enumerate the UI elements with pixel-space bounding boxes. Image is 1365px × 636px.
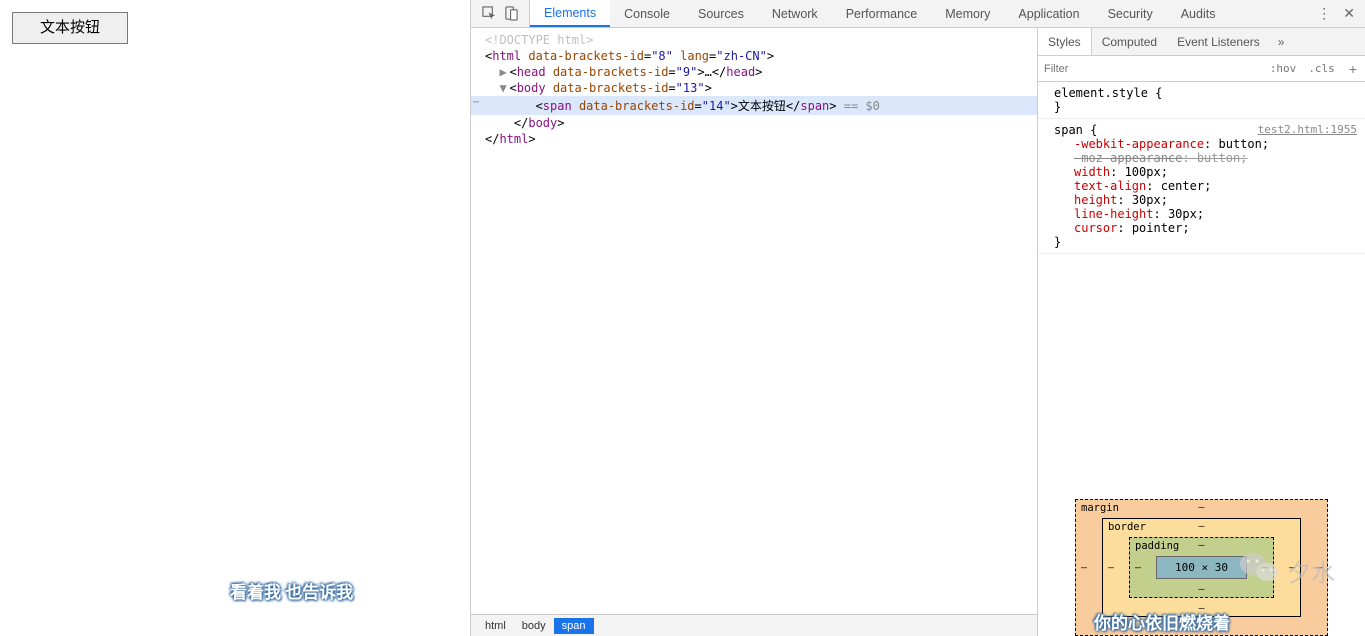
inspect-icon[interactable]: [481, 6, 497, 22]
close-icon[interactable]: ✕: [1343, 5, 1355, 22]
breadcrumb-item[interactable]: html: [477, 618, 514, 634]
lyrics-caption-right: 你的心依旧燃烧着: [1094, 609, 1230, 634]
css-property[interactable]: text-align: center;: [1054, 179, 1357, 193]
css-property[interactable]: cursor: pointer;: [1054, 221, 1357, 235]
css-property[interactable]: height: 30px;: [1054, 193, 1357, 207]
css-rules[interactable]: element.style {}test2.html:1955span {-we…: [1038, 82, 1365, 469]
tab-memory[interactable]: Memory: [931, 0, 1004, 27]
dom-tree[interactable]: <!DOCTYPE html><html data-brackets-id="8…: [471, 28, 1037, 614]
breadcrumb-item[interactable]: body: [514, 618, 554, 634]
css-property[interactable]: line-height: 30px;: [1054, 207, 1357, 221]
device-toolbar-icon[interactable]: [503, 6, 519, 22]
styles-pane: StylesComputedEvent Listeners» :hov .cls…: [1038, 28, 1365, 636]
tab-console[interactable]: Console: [610, 0, 684, 27]
css-property[interactable]: -moz-appearance: button;: [1054, 151, 1357, 165]
dom-node[interactable]: <!DOCTYPE html>: [471, 32, 1037, 48]
box-model-content[interactable]: 100 × 30: [1156, 556, 1247, 579]
cls-toggle[interactable]: .cls: [1302, 62, 1341, 75]
tab-security[interactable]: Security: [1094, 0, 1167, 27]
styles-tab-event-listeners[interactable]: Event Listeners: [1167, 28, 1270, 55]
dom-node[interactable]: </html>: [471, 131, 1037, 147]
tab-performance[interactable]: Performance: [832, 0, 932, 27]
devtools-panel: ElementsConsoleSourcesNetworkPerformance…: [470, 0, 1365, 636]
dom-node[interactable]: ▶<head data-brackets-id="9">…</head>: [471, 64, 1037, 80]
styles-tab-styles[interactable]: Styles: [1038, 28, 1092, 55]
dom-tree-pane: <!DOCTYPE html><html data-brackets-id="8…: [471, 28, 1038, 636]
tab-sources[interactable]: Sources: [684, 0, 758, 27]
devtools-tabs: ElementsConsoleSourcesNetworkPerformance…: [471, 0, 1365, 28]
dom-node[interactable]: <html data-brackets-id="8" lang="zh-CN">: [471, 48, 1037, 64]
styles-tabs: StylesComputedEvent Listeners»: [1038, 28, 1365, 56]
watermark-text: 夕水: [1287, 553, 1335, 588]
lyrics-caption-left: 看着我 也告诉我: [230, 578, 353, 603]
add-rule-icon[interactable]: +: [1341, 61, 1365, 77]
text-button[interactable]: 文本按钮: [12, 12, 128, 44]
styles-tab-computed[interactable]: Computed: [1092, 28, 1167, 55]
styles-filter-input[interactable]: [1038, 56, 1264, 81]
css-rule-element-style[interactable]: element.style {}: [1038, 82, 1365, 119]
kebab-menu-icon[interactable]: ⋮: [1317, 5, 1331, 22]
rendered-page: 文本按钮 看着我 也告诉我: [0, 0, 470, 636]
css-rule[interactable]: test2.html:1955span {-webkit-appearance:…: [1038, 119, 1365, 254]
dom-node[interactable]: </body>: [471, 115, 1037, 131]
styles-tabs-more-icon[interactable]: »: [1270, 35, 1293, 49]
watermark: 夕水: [1239, 550, 1335, 591]
tab-application[interactable]: Application: [1004, 0, 1093, 27]
tab-audits[interactable]: Audits: [1167, 0, 1230, 27]
dom-node-selected[interactable]: <span data-brackets-id="14">文本按钮</span> …: [471, 96, 1037, 115]
wechat-icon: [1239, 550, 1279, 591]
tab-network[interactable]: Network: [758, 0, 832, 27]
breadcrumb: htmlbodyspan: [471, 614, 1037, 636]
tab-elements[interactable]: Elements: [530, 0, 610, 27]
dom-node[interactable]: ▼<body data-brackets-id="13">: [471, 80, 1037, 96]
breadcrumb-item[interactable]: span: [554, 618, 594, 634]
hov-toggle[interactable]: :hov: [1264, 62, 1303, 75]
css-source-link[interactable]: test2.html:1955: [1258, 123, 1357, 136]
css-property[interactable]: width: 100px;: [1054, 165, 1357, 179]
css-property[interactable]: -webkit-appearance: button;: [1054, 137, 1357, 151]
